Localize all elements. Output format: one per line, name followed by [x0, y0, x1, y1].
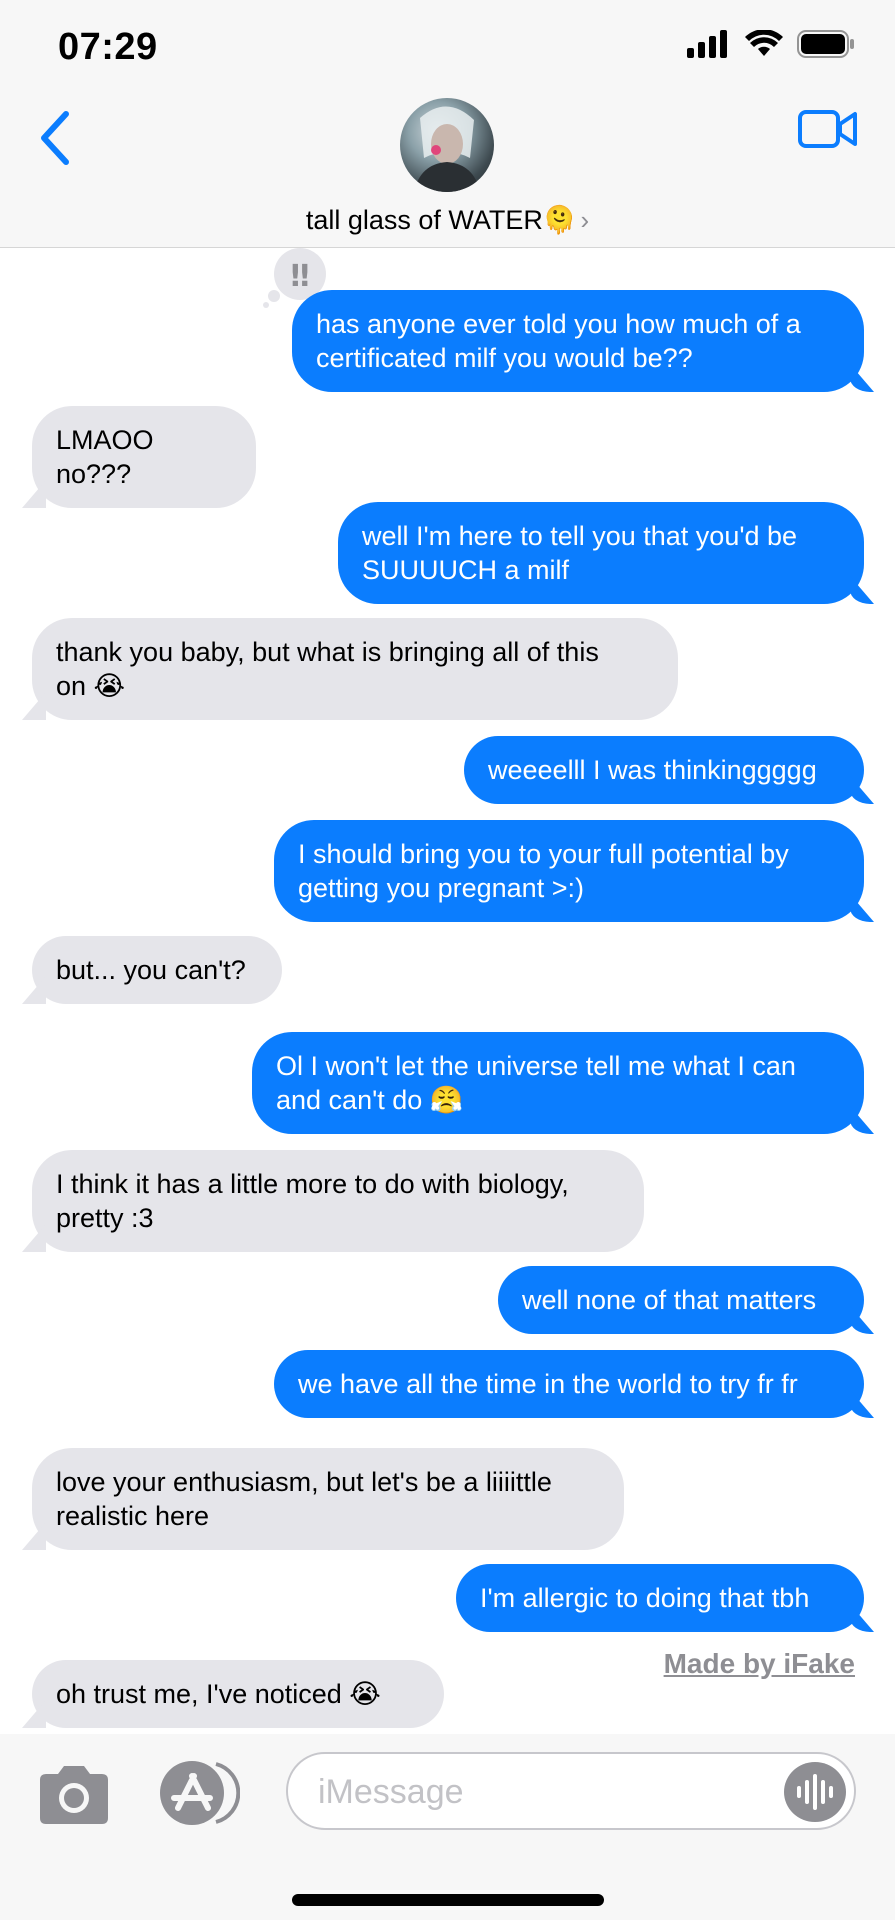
received-message-bubble[interactable]: LMAOO no??? — [32, 406, 256, 508]
sent-message-bubble[interactable]: weeeelll I was thinkinggggg — [464, 736, 864, 804]
wifi-icon — [745, 30, 783, 56]
received-message-bubble[interactable]: love your enthusiasm, but let's be a lii… — [32, 1448, 624, 1550]
video-camera-icon — [798, 110, 857, 148]
received-message-bubble[interactable]: but... you can't? — [32, 936, 282, 1004]
sent-message-bubble[interactable]: I'm allergic to doing that tbh — [456, 1564, 864, 1632]
received-message-bubble[interactable]: I think it has a little more to do with … — [32, 1150, 644, 1252]
received-message-bubble[interactable]: thank you baby, but what is bringing all… — [32, 618, 678, 720]
camera-button[interactable] — [36, 1764, 112, 1826]
status-time: 07:29 — [58, 26, 158, 68]
sent-message-bubble[interactable]: we have all the time in the world to try… — [274, 1350, 864, 1418]
chevron-right-icon: › — [580, 205, 590, 235]
message-list[interactable]: ‼ has anyone ever told you how much of a… — [0, 248, 895, 1734]
compose-bar — [0, 1734, 895, 1920]
back-button[interactable] — [32, 106, 76, 170]
sent-message-bubble[interactable]: Ol I won't let the universe tell me what… — [252, 1032, 864, 1134]
status-icons — [687, 30, 855, 58]
avatar-portrait — [414, 106, 480, 192]
sent-message-bubble[interactable]: has anyone ever told you how much of a c… — [292, 290, 864, 392]
received-message-bubble[interactable]: oh trust me, I've noticed 😭 — [32, 1660, 444, 1728]
sent-message-bubble[interactable]: well none of that matters — [498, 1266, 864, 1334]
camera-icon — [40, 1766, 108, 1824]
tapback-text: ‼ — [291, 259, 310, 294]
home-indicator — [292, 1894, 604, 1906]
contact-avatar[interactable] — [400, 98, 494, 192]
video-call-button[interactable] — [797, 104, 859, 156]
audio-message-button[interactable] — [784, 1762, 846, 1822]
cellular-signal-icon — [687, 30, 727, 58]
battery-icon — [797, 30, 854, 58]
app-store-button[interactable] — [156, 1758, 241, 1828]
message-input-field[interactable] — [286, 1752, 856, 1830]
chevron-left-icon — [41, 111, 69, 165]
sent-message-bubble[interactable]: I should bring you to your full potentia… — [274, 820, 864, 922]
status-bar: 07:29 — [0, 0, 895, 90]
watermark: Made by iFake — [663, 1648, 855, 1679]
sent-message-bubble[interactable]: well I'm here to tell you that you'd be … — [338, 502, 864, 604]
message-input[interactable] — [316, 1768, 760, 1816]
waveform-icon — [797, 1774, 833, 1810]
contact-name-button[interactable]: tall glass of WATER🫠 › — [0, 204, 895, 236]
conversation-header: tall glass of WATER🫠 › — [0, 90, 895, 248]
app-store-icon — [160, 1761, 241, 1825]
contact-name: tall glass of WATER🫠 — [305, 205, 577, 235]
